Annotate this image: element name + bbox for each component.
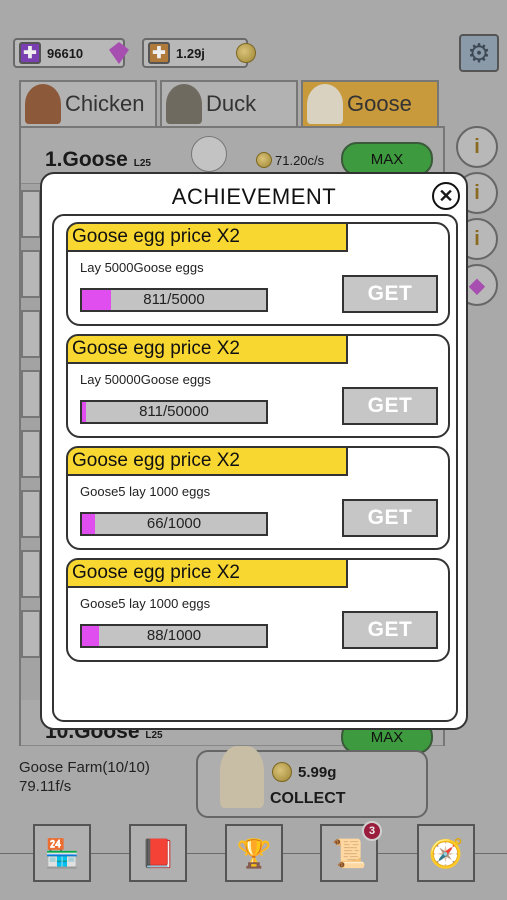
farm-rate: 79.11f/s [19,778,72,795]
plus-icon[interactable]: ✚ [19,42,41,64]
row-edge [21,190,41,238]
coin-icon [236,43,256,63]
row-edge [21,550,41,598]
gems-icon: ◆ [469,274,485,297]
info-icon: i [474,135,480,158]
chicken-icon [25,84,61,124]
settings-button[interactable]: ⚙ [459,34,499,72]
duck-icon [166,84,202,124]
goose-image [220,746,264,808]
row-edge [21,310,41,358]
scroll-icon: 📜 [331,837,367,869]
achievement-modal: ACHIEVEMENT ✕ Goose egg price X2 Lay 500… [40,172,468,730]
progress-text: 88/1000 [146,627,202,644]
get-button[interactable]: GET [342,499,438,537]
gem-icon [109,42,129,64]
row-edge [21,610,41,658]
gold-counter[interactable]: ✚ 1.29j [142,38,256,68]
plus-icon[interactable]: ✚ [148,42,170,64]
progress-bar: 66/1000 [80,512,268,536]
achievement-card: Goose egg price X2 Lay 5000Goose eggs 81… [66,222,450,326]
gold-value: 1.29j [176,45,205,61]
collect-amount: 5.99g [272,762,336,782]
info-icon: i [474,227,480,250]
gems-counter[interactable]: ✚ 96610 [13,38,129,68]
coin-icon [272,762,292,782]
close-button[interactable]: ✕ [432,182,460,210]
achievement-desc: Lay 50000Goose eggs [80,372,211,387]
progress-text: 811/50000 [139,403,209,420]
achievement-card: Goose egg price X2 Lay 50000Goose eggs 8… [66,334,450,438]
book-icon: 📕 [140,837,176,869]
tab-goose[interactable]: Goose [301,80,439,126]
achievement-desc: Lay 5000Goose eggs [80,260,204,275]
collect-label: COLLECT [270,790,346,807]
achievement-desc: Goose5 lay 1000 eggs [80,484,211,499]
close-icon: ✕ [438,185,454,206]
farm-info: Goose Farm(10/10) 79.11f/s [19,758,150,796]
farm-name: Goose Farm(10/10) [19,759,150,776]
tab-label: Duck [206,91,257,116]
modal-title: ACHIEVEMENT [171,184,337,209]
book-button[interactable]: 📕 [129,824,187,882]
achievement-card: Goose egg price X2 Goose5 lay 1000 eggs … [66,446,450,550]
gear-icon: ⚙ [467,37,491,68]
collect-button[interactable]: 5.99g COLLECT [196,746,428,818]
gems-value: 96610 [47,45,84,61]
tab-chicken[interactable]: Chicken [19,80,157,126]
coin-icon [256,152,272,168]
shop-button[interactable]: 🏪 [33,824,91,882]
get-button[interactable]: GET [342,275,438,313]
compass-icon: 🧭 [428,837,464,869]
info-button[interactable]: i [456,126,498,168]
trophy-button[interactable]: 🏆 [225,824,283,882]
achievement-list[interactable]: Goose egg price X2 Lay 5000Goose eggs 81… [52,214,458,722]
achievement-title: Goose egg price X2 [66,558,348,588]
achievement-card: Goose egg price X2 Goose5 lay 1000 eggs … [66,558,450,662]
tab-duck[interactable]: Duck [160,80,298,126]
progress-bar: 88/1000 [80,624,268,648]
achievement-title: Goose egg price X2 [66,222,348,252]
row-rate: 71.20c/s [256,152,324,168]
get-button[interactable]: GET [342,611,438,649]
progress-text: 811/5000 [143,291,205,308]
row-edge [21,490,41,538]
compass-button[interactable]: 🧭 [417,824,475,882]
goose-icon [307,84,343,124]
goose-avatar [191,136,227,172]
progress-text: 66/1000 [146,515,202,532]
row-title: 1.Goose L25 [45,148,151,171]
trophy-icon: 🏆 [236,837,272,869]
progress-bar: 811/5000 [80,288,268,312]
row-edge [21,250,41,298]
max-button[interactable]: MAX [341,142,433,176]
info-icon: i [474,181,480,204]
row-edge [21,430,41,478]
notification-badge: 3 [362,821,382,841]
achievement-title: Goose egg price X2 [66,446,348,476]
tab-label: Chicken [65,91,145,116]
shop-icon: 🏪 [44,837,80,869]
tab-label: Goose [347,91,412,116]
get-button[interactable]: GET [342,387,438,425]
progress-bar: 811/50000 [80,400,268,424]
row-edge [21,370,41,418]
achievement-title: Goose egg price X2 [66,334,348,364]
achievement-desc: Goose5 lay 1000 eggs [80,596,211,611]
